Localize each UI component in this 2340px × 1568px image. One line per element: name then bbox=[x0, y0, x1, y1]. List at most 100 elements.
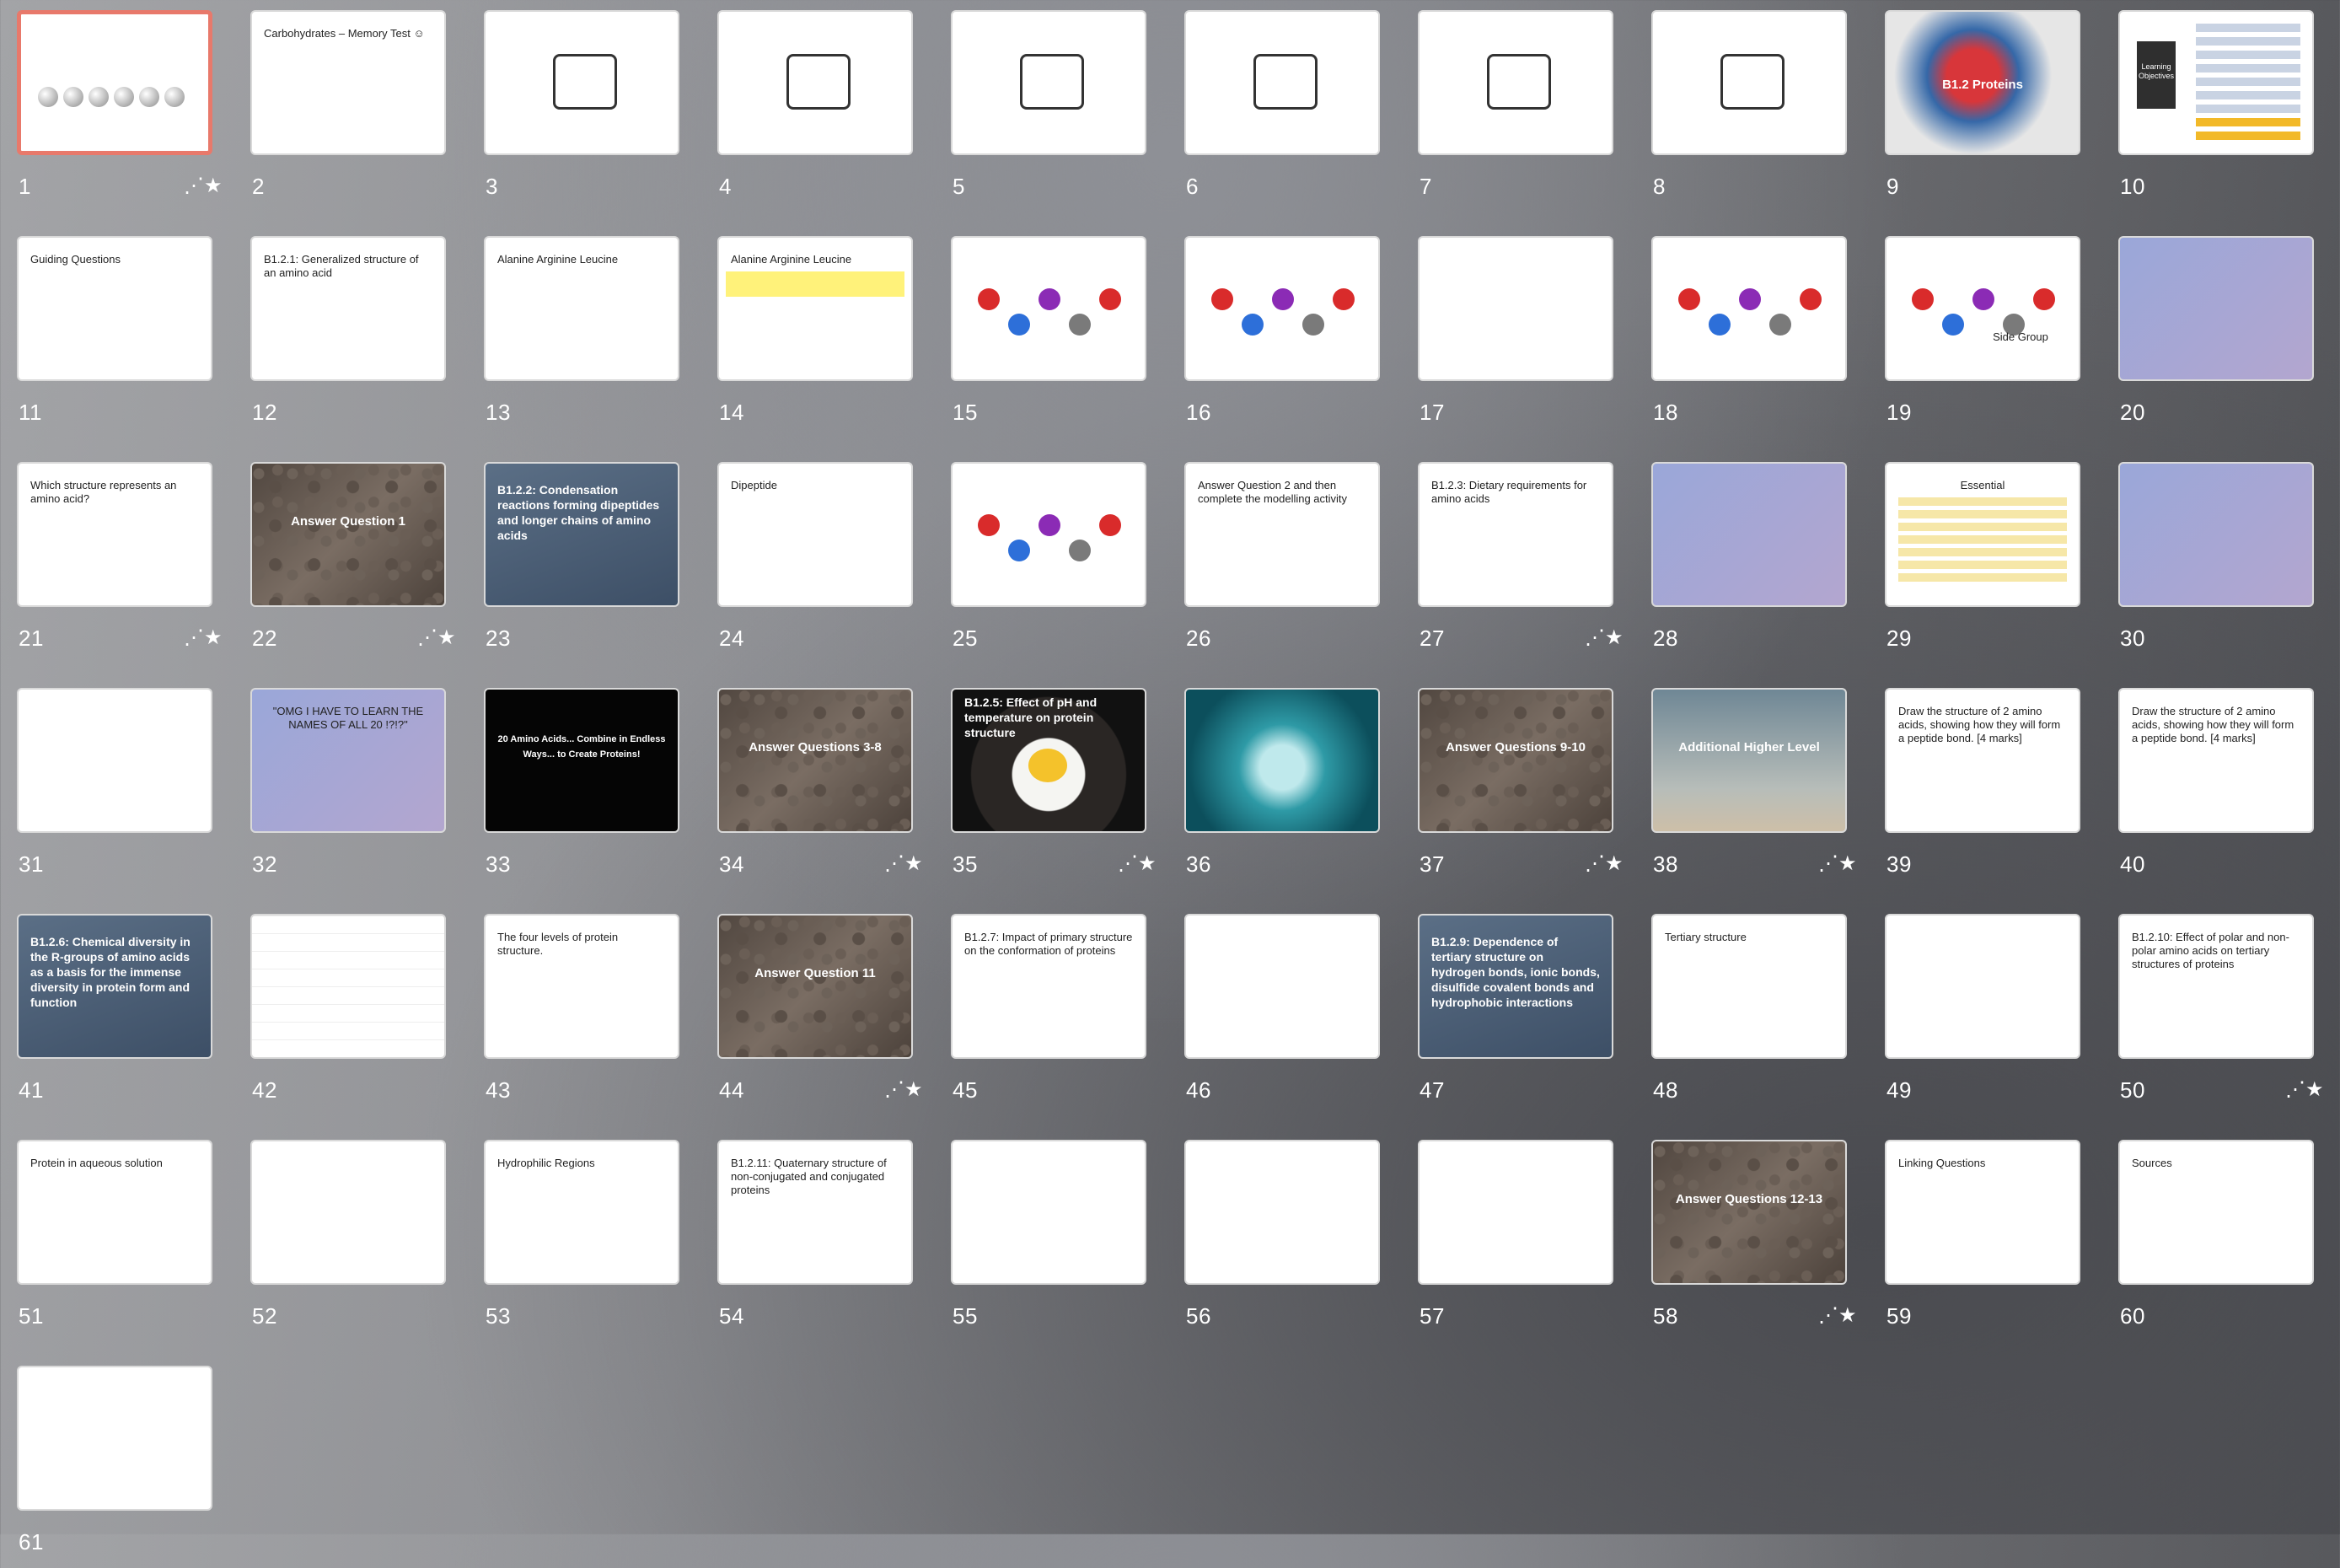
slide-preview[interactable]: Draw the structure of 2 amino acids, sho… bbox=[2118, 688, 2314, 833]
slide-preview[interactable] bbox=[1651, 10, 1847, 155]
slide-preview[interactable] bbox=[1184, 914, 1380, 1059]
slide-thumbnail-36[interactable]: 36 bbox=[1184, 688, 1383, 890]
slide-thumbnail-29[interactable]: Essential 29 bbox=[1885, 462, 2084, 664]
slide-thumbnail-52[interactable]: 52 bbox=[250, 1140, 449, 1342]
slide-thumbnail-39[interactable]: Draw the structure of 2 amino acids, sho… bbox=[1885, 688, 2084, 890]
slide-thumbnail-24[interactable]: Dipeptide 24 bbox=[717, 462, 916, 664]
slide-preview[interactable]: Answer Questions 9-10 bbox=[1418, 688, 1613, 833]
slide-thumbnail-45[interactable]: B1.2.7: Impact of primary structure on t… bbox=[951, 914, 1150, 1116]
slide-preview[interactable]: Answer Questions 12-13 bbox=[1651, 1140, 1847, 1285]
slide-thumbnail-56[interactable]: 56 bbox=[1184, 1140, 1383, 1342]
animation-star-icon[interactable]: ⋰★ bbox=[184, 626, 223, 650]
slide-preview[interactable] bbox=[1184, 10, 1380, 155]
slide-preview[interactable]: Protein in aqueous solution bbox=[17, 1140, 212, 1285]
slide-preview[interactable]: Side Group bbox=[1885, 236, 2080, 381]
animation-star-icon[interactable]: ⋰★ bbox=[884, 851, 923, 876]
slide-preview[interactable]: Hydrophilic Regions bbox=[484, 1140, 679, 1285]
slide-preview[interactable] bbox=[250, 1140, 446, 1285]
slide-thumbnail-15[interactable]: 15 bbox=[951, 236, 1150, 438]
slide-thumbnail-58[interactable]: Answer Questions 12-13 58 ⋰★ bbox=[1651, 1140, 1857, 1342]
slide-preview[interactable]: B1.2.5: Effect of pH and temperature on … bbox=[951, 688, 1146, 833]
slide-preview[interactable]: B1.2.9: Dependence of tertiary structure… bbox=[1418, 914, 1613, 1059]
slide-thumbnail-33[interactable]: 20 Amino Acids... Combine in Endless Way… bbox=[484, 688, 683, 890]
slide-thumbnail-16[interactable]: 16 bbox=[1184, 236, 1383, 438]
slide-thumbnail-3[interactable]: 3 bbox=[484, 10, 683, 212]
slide-thumbnail-47[interactable]: B1.2.9: Dependence of tertiary structure… bbox=[1418, 914, 1617, 1116]
slide-preview[interactable]: B1.2 Proteins bbox=[1885, 10, 2080, 155]
slide-preview[interactable] bbox=[17, 10, 212, 155]
slide-thumbnail-59[interactable]: Linking Questions 59 bbox=[1885, 1140, 2084, 1342]
slide-thumbnail-2[interactable]: Carbohydrates – Memory Test ☺ 2 bbox=[250, 10, 449, 212]
slide-thumbnail-23[interactable]: B1.2.2: Condensation reactions forming d… bbox=[484, 462, 683, 664]
slide-preview[interactable] bbox=[951, 462, 1146, 607]
slide-thumbnail-38[interactable]: Additional Higher Level 38 ⋰★ bbox=[1651, 688, 1857, 890]
slide-preview[interactable] bbox=[17, 1366, 212, 1511]
slide-thumbnail-50[interactable]: B1.2.10: Effect of polar and non-polar a… bbox=[2118, 914, 2324, 1116]
slide-thumbnail-19[interactable]: Side Group 19 bbox=[1885, 236, 2084, 438]
animation-star-icon[interactable]: ⋰★ bbox=[1585, 851, 1624, 876]
slide-thumbnail-31[interactable]: 31 bbox=[17, 688, 216, 890]
slide-preview[interactable]: B1.2.6: Chemical diversity in the R-grou… bbox=[17, 914, 212, 1059]
slide-preview[interactable] bbox=[717, 10, 913, 155]
slide-thumbnail-34[interactable]: Answer Questions 3-8 34 ⋰★ bbox=[717, 688, 923, 890]
slide-thumbnail-32[interactable]: "OMG I HAVE TO LEARN THE NAMES OF ALL 20… bbox=[250, 688, 449, 890]
slide-thumbnail-14[interactable]: Alanine Arginine Leucine 14 bbox=[717, 236, 916, 438]
slide-preview[interactable]: Guiding Questions bbox=[17, 236, 212, 381]
slide-thumbnail-22[interactable]: Answer Question 1 22 ⋰★ bbox=[250, 462, 456, 664]
slide-thumbnail-7[interactable]: 7 bbox=[1418, 10, 1617, 212]
slide-preview[interactable] bbox=[951, 1140, 1146, 1285]
slide-thumbnail-61[interactable]: 61 bbox=[17, 1366, 216, 1568]
slide-preview[interactable]: Learning Objectives bbox=[2118, 10, 2314, 155]
slide-preview[interactable]: B1.2.10: Effect of polar and non-polar a… bbox=[2118, 914, 2314, 1059]
slide-thumbnail-17[interactable]: 17 bbox=[1418, 236, 1617, 438]
slide-thumbnail-18[interactable]: 18 bbox=[1651, 236, 1850, 438]
slide-preview[interactable] bbox=[17, 688, 212, 833]
slide-thumbnail-1[interactable]: 1 ⋰★ bbox=[17, 10, 223, 212]
slide-thumbnail-10[interactable]: Learning Objectives 10 bbox=[2118, 10, 2317, 212]
slide-thumbnail-12[interactable]: B1.2.1: Generalized structure of an amin… bbox=[250, 236, 449, 438]
slide-preview[interactable]: B1.2.11: Quaternary structure of non-con… bbox=[717, 1140, 913, 1285]
slide-preview[interactable]: Answer Question 11 bbox=[717, 914, 913, 1059]
animation-star-icon[interactable]: ⋰★ bbox=[1818, 851, 1857, 876]
slide-thumbnail-21[interactable]: Which structure represents an amino acid… bbox=[17, 462, 223, 664]
slide-preview[interactable]: B1.2.3: Dietary requirements for amino a… bbox=[1418, 462, 1613, 607]
slide-preview[interactable] bbox=[951, 10, 1146, 155]
slide-preview[interactable]: The four levels of protein structure. bbox=[484, 914, 679, 1059]
slide-preview[interactable]: Draw the structure of 2 amino acids, sho… bbox=[1885, 688, 2080, 833]
slide-thumbnail-6[interactable]: 6 bbox=[1184, 10, 1383, 212]
slide-preview[interactable] bbox=[1184, 1140, 1380, 1285]
slide-preview[interactable] bbox=[1418, 1140, 1613, 1285]
slide-thumbnail-40[interactable]: Draw the structure of 2 amino acids, sho… bbox=[2118, 688, 2317, 890]
slide-preview[interactable]: Dipeptide bbox=[717, 462, 913, 607]
slide-preview[interactable] bbox=[1418, 236, 1613, 381]
slide-thumbnail-25[interactable]: 25 bbox=[951, 462, 1150, 664]
slide-thumbnail-9[interactable]: B1.2 Proteins 9 bbox=[1885, 10, 2084, 212]
slide-thumbnail-57[interactable]: 57 bbox=[1418, 1140, 1617, 1342]
slide-thumbnail-8[interactable]: 8 bbox=[1651, 10, 1850, 212]
animation-star-icon[interactable]: ⋰★ bbox=[1585, 626, 1624, 650]
slide-thumbnail-42[interactable]: 42 bbox=[250, 914, 449, 1116]
slide-thumbnail-46[interactable]: 46 bbox=[1184, 914, 1383, 1116]
slide-preview[interactable]: B1.2.1: Generalized structure of an amin… bbox=[250, 236, 446, 381]
slide-preview[interactable] bbox=[2118, 462, 2314, 607]
animation-star-icon[interactable]: ⋰★ bbox=[417, 626, 456, 650]
slide-thumbnail-26[interactable]: Answer Question 2 and then complete the … bbox=[1184, 462, 1383, 664]
slide-thumbnail-43[interactable]: The four levels of protein structure. 43 bbox=[484, 914, 683, 1116]
animation-star-icon[interactable]: ⋰★ bbox=[1118, 851, 1157, 876]
slide-thumbnail-27[interactable]: B1.2.3: Dietary requirements for amino a… bbox=[1418, 462, 1624, 664]
slide-preview[interactable] bbox=[250, 914, 446, 1059]
slide-thumbnail-51[interactable]: Protein in aqueous solution 51 bbox=[17, 1140, 216, 1342]
slide-preview[interactable]: B1.2.2: Condensation reactions forming d… bbox=[484, 462, 679, 607]
slide-preview[interactable]: B1.2.7: Impact of primary structure on t… bbox=[951, 914, 1146, 1059]
slide-preview[interactable] bbox=[1651, 462, 1847, 607]
slide-preview[interactable]: Answer Questions 3-8 bbox=[717, 688, 913, 833]
slide-thumbnail-5[interactable]: 5 bbox=[951, 10, 1150, 212]
slide-preview[interactable] bbox=[1184, 688, 1380, 833]
animation-star-icon[interactable]: ⋰★ bbox=[884, 1077, 923, 1102]
slide-thumbnail-28[interactable]: 28 bbox=[1651, 462, 1850, 664]
slide-thumbnail-49[interactable]: 49 bbox=[1885, 914, 2084, 1116]
slide-preview[interactable]: Answer Question 2 and then complete the … bbox=[1184, 462, 1380, 607]
slide-preview[interactable] bbox=[951, 236, 1146, 381]
slide-preview[interactable] bbox=[1184, 236, 1380, 381]
slide-thumbnail-48[interactable]: Tertiary structure 48 bbox=[1651, 914, 1850, 1116]
